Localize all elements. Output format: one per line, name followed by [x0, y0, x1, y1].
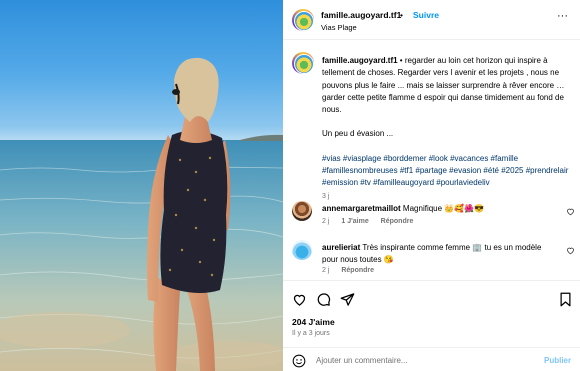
post-photo[interactable]: [0, 0, 283, 371]
location-link[interactable]: Vias Plage: [321, 23, 357, 32]
share-icon[interactable]: [340, 292, 355, 307]
comment-input[interactable]: [316, 353, 526, 368]
commenter-avatar[interactable]: [292, 201, 312, 221]
author-username[interactable]: famille.augoyard.tf1: [321, 10, 401, 20]
smiley-icon[interactable]: [292, 354, 306, 368]
separator-dot: •: [400, 10, 403, 20]
comment-username[interactable]: aurelieriat: [322, 243, 360, 252]
post-header: famille.augoyard.tf1 • Suivre Vias Plage…: [283, 0, 580, 40]
comment-time[interactable]: 2 j: [322, 267, 329, 274]
bookmark-icon[interactable]: [558, 292, 573, 307]
caption-line2: Un peu d évasion ...: [322, 129, 394, 139]
post-actions: 204 J'aime Il y a 3 jours Publier: [283, 280, 580, 371]
reply-button[interactable]: Répondre: [381, 218, 414, 225]
author-avatar[interactable]: [292, 9, 314, 31]
follow-button[interactable]: Suivre: [413, 10, 439, 20]
publish-button[interactable]: Publier: [544, 356, 571, 365]
heart-icon[interactable]: [566, 207, 575, 216]
caption-avatar[interactable]: [292, 52, 314, 74]
caption-username[interactable]: famille.augoyard.tf1: [322, 56, 398, 65]
caption-time[interactable]: 3 j: [322, 191, 574, 203]
beach-scene-image: [0, 57, 283, 371]
more-icon[interactable]: ···: [557, 10, 568, 22]
comment-username[interactable]: annemargaretmaillot: [322, 204, 401, 213]
heart-icon[interactable]: [292, 292, 307, 307]
comment-text: Magnifique 👑🥰🌺😎: [400, 204, 485, 213]
comment-time[interactable]: 2 j: [322, 218, 329, 225]
heart-icon[interactable]: [566, 246, 575, 255]
add-comment-row: Publier: [283, 347, 580, 371]
post-date: Il y a 3 jours: [292, 330, 330, 337]
caption-hashtags[interactable]: #vias #viasplage #borddemer #look #vacan…: [322, 153, 574, 190]
like-count[interactable]: 204 J'aime: [292, 317, 335, 327]
comment-likes[interactable]: 1 J'aime: [341, 218, 368, 225]
reply-button[interactable]: Répondre: [341, 267, 374, 274]
post-side-panel: famille.augoyard.tf1 • Suivre Vias Plage…: [283, 0, 580, 371]
comment-icon[interactable]: [316, 292, 331, 307]
commenter-avatar[interactable]: [292, 240, 312, 260]
